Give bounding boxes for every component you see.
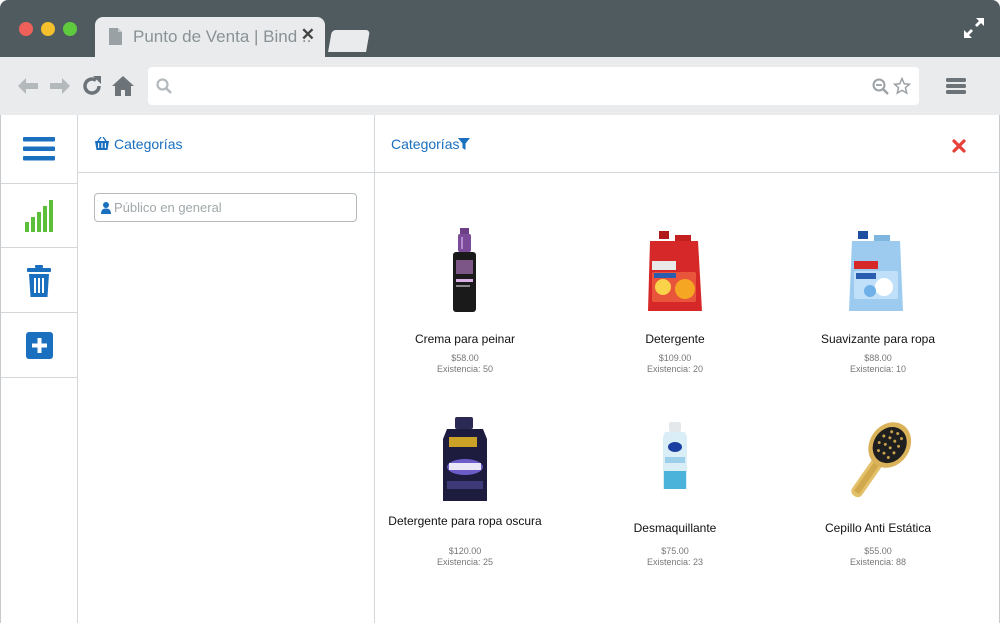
browser-titlebar: Punto de Venta | Bind .. ✕ [0,0,1000,57]
product-card[interactable]: Crema para peinar $58.00 Existencia: 50 [375,225,555,375]
close-icon[interactable] [952,139,966,153]
hamburger-menu-icon [23,137,55,161]
window-minimize-button[interactable] [41,22,55,36]
product-price: $58.00 [451,353,479,363]
product-price: $55.00 [864,546,892,556]
hair-brush-icon [851,422,912,498]
hair-cream-bottle-icon [453,228,476,312]
makeup-remover-bottle-icon [663,422,687,489]
product-stock: Existencia: 10 [849,364,907,374]
softener-jug-blue-icon [849,231,903,311]
product-name: Suavizante para ropa [820,332,936,346]
fullscreen-icon[interactable] [962,16,986,40]
catalog-panel: Categorías Crema para peinar $58.00 Exis… [375,115,1000,623]
dark-detergent-bottle-icon [443,417,487,501]
filter-icon[interactable] [458,138,470,150]
tab-close-icon[interactable]: ✕ [301,25,315,45]
product-card[interactable]: Detergente $109.00 Existencia: 20 [585,225,765,375]
window-close-button[interactable] [19,22,33,36]
document-icon [109,28,122,45]
product-card[interactable]: Detergente para ropa oscura $120.00 Exis… [375,415,555,575]
detergent-jug-red-icon [648,231,702,311]
client-input[interactable] [114,194,352,221]
cart-panel-title[interactable]: Categorías [114,136,182,152]
product-price: $120.00 [448,546,482,556]
catalog-panel-header: Categorías [375,115,1000,173]
home-icon[interactable] [111,74,135,98]
product-name: Crema para peinar [414,332,516,346]
signal-bars-icon [25,199,53,232]
product-name: Detergente [645,332,705,346]
product-stock: Existencia: 23 [646,557,704,567]
product-stock: Existencia: 20 [646,364,704,374]
new-tab-button[interactable] [328,30,370,52]
forward-arrow-icon[interactable] [48,74,72,98]
sidebar-reports-button[interactable] [1,184,77,248]
product-card[interactable]: Cepillo Anti Estática $55.00 Existencia:… [788,415,968,575]
trash-icon [27,264,51,297]
zoom-out-icon[interactable] [872,78,889,95]
tab-title: Punto de Venta | Bind .. [133,27,312,46]
product-name: Detergente para ropa oscura [388,514,542,528]
bookmark-star-icon[interactable] [893,77,911,95]
product-name: Cepillo Anti Estática [824,521,932,535]
client-field[interactable] [94,193,357,222]
product-card[interactable]: Desmaquillante $75.00 Existencia: 23 [585,415,765,575]
browser-tab[interactable]: Punto de Venta | Bind .. ✕ [95,17,325,57]
search-icon [156,78,172,94]
product-stock: Existencia: 25 [436,557,494,567]
product-price: $88.00 [864,353,892,363]
sidebar-add-button[interactable] [1,314,77,378]
catalog-panel-title[interactable]: Categorías [391,136,459,152]
left-sidebar [1,115,78,623]
window-maximize-button[interactable] [63,22,77,36]
product-card[interactable]: Suavizante para ropa $88.00 Existencia: … [788,225,968,375]
cart-panel: Categorías [78,115,375,623]
browser-toolbar [0,57,1000,115]
reload-icon[interactable] [80,74,104,98]
sidebar-delete-button[interactable] [1,249,77,313]
back-arrow-icon[interactable] [16,74,40,98]
browser-menu-icon[interactable] [946,76,966,96]
basket-icon [95,137,109,150]
address-bar[interactable] [148,67,919,105]
cart-panel-header: Categorías [78,115,374,173]
user-icon [101,202,111,214]
product-name: Desmaquillante [633,521,717,535]
add-square-icon [25,332,53,359]
product-price: $75.00 [661,546,689,556]
sidebar-menu-button[interactable] [1,115,77,184]
pos-app: Categorías Categorías Crema para peinar [0,115,1000,623]
product-stock: Existencia: 50 [436,364,494,374]
product-price: $109.00 [658,353,692,363]
product-stock: Existencia: 88 [849,557,907,567]
